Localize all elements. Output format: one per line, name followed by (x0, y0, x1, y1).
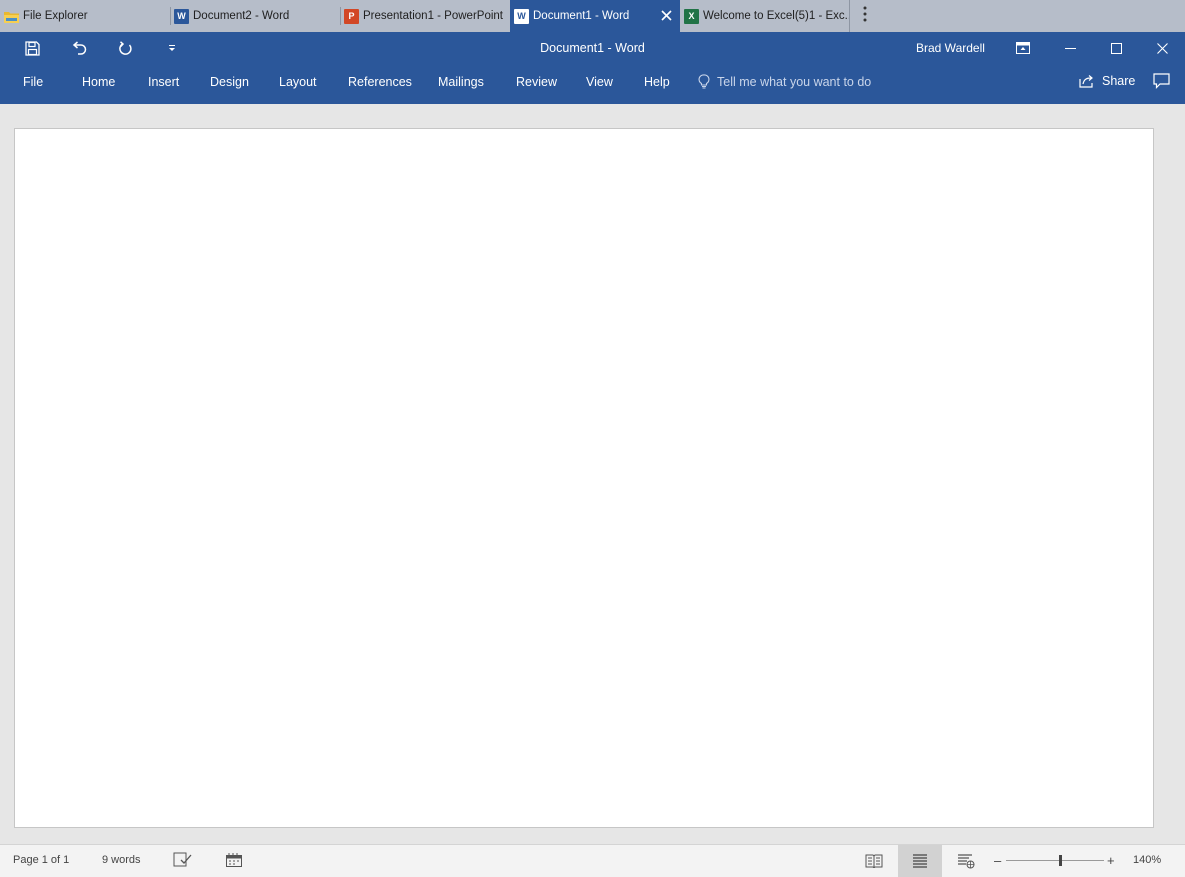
tab-help[interactable]: Help (644, 75, 670, 89)
tab-presentation1-powerpoint[interactable]: P Presentation1 - PowerPoint (340, 0, 510, 32)
folder-icon (4, 9, 19, 24)
word-count[interactable]: 9 words (102, 854, 141, 866)
zoom-out-button[interactable]: – (994, 853, 1001, 868)
zoom-slider-thumb[interactable] (1058, 855, 1062, 866)
tab-file-explorer[interactable]: File Explorer (0, 0, 170, 32)
tab-insert[interactable]: Insert (148, 75, 179, 89)
tab-label: Presentation1 - PowerPoint (363, 10, 503, 22)
tab-review[interactable]: Review (516, 75, 557, 89)
tab-label: File Explorer (23, 10, 88, 22)
tab-document2-word[interactable]: W Document2 - Word (170, 0, 340, 32)
tab-home[interactable]: Home (82, 75, 115, 89)
status-bar: Page 1 of 1 9 words – + 140% (0, 844, 1185, 877)
minimize-icon (1064, 47, 1076, 49)
tab-document1-word[interactable]: W Document1 - Word (510, 0, 680, 32)
tab-label: Welcome to Excel(5)1 - Exc... (703, 10, 850, 22)
maximize-icon (1110, 42, 1122, 54)
proofing-icon[interactable] (173, 852, 192, 870)
share-label: Share (1102, 74, 1136, 88)
ribbon-display-options-button[interactable] (1000, 32, 1046, 64)
powerpoint-icon: P (344, 8, 359, 24)
tab-label: Document1 - Word (533, 10, 630, 22)
word-icon: W (174, 8, 189, 24)
more-options-icon[interactable] (857, 6, 873, 26)
tell-me-placeholder: Tell me what you want to do (717, 74, 872, 89)
maximize-button[interactable] (1093, 32, 1139, 64)
ribbon-display-icon (1016, 42, 1030, 54)
minimize-button[interactable] (1047, 32, 1093, 64)
web-layout-button[interactable] (944, 845, 988, 877)
window-tab-strip: File Explorer W Document2 - Word P Prese… (0, 0, 1185, 32)
zoom-level[interactable]: 140% (1133, 854, 1161, 866)
tell-me-search[interactable]: Tell me what you want to do (698, 74, 871, 89)
tab-mailings[interactable]: Mailings (438, 75, 484, 89)
comment-icon (1153, 73, 1170, 89)
share-icon (1079, 75, 1093, 88)
signed-in-user[interactable]: Brad Wardell (916, 41, 985, 55)
tab-layout[interactable]: Layout (279, 75, 317, 89)
zoom-slider-track[interactable] (1006, 860, 1104, 861)
tab-design[interactable]: Design (210, 75, 249, 89)
print-layout-button[interactable] (898, 845, 942, 877)
tab-welcome-excel[interactable]: X Welcome to Excel(5)1 - Exc... (680, 0, 850, 32)
tab-label: Document2 - Word (193, 10, 290, 22)
comments-button[interactable] (1153, 73, 1170, 92)
book-icon (865, 854, 883, 868)
macro-recording-icon[interactable] (226, 852, 242, 870)
close-icon (1156, 42, 1168, 54)
zoom-in-button[interactable]: + (1107, 853, 1115, 868)
title-bar: Document1 - Word Brad Wardell (0, 32, 1185, 64)
tab-view[interactable]: View (586, 75, 613, 89)
document-page[interactable] (14, 128, 1154, 828)
read-mode-button[interactable] (852, 845, 896, 877)
close-tab-icon[interactable] (661, 8, 672, 25)
share-button[interactable]: Share (1079, 74, 1135, 88)
document-canvas (0, 104, 1185, 844)
print-layout-icon (913, 854, 927, 868)
ribbon-tab-bar: File Home Insert Design Layout Reference… (0, 64, 1185, 104)
tab-file[interactable]: File (23, 75, 43, 89)
web-layout-icon (958, 853, 975, 868)
excel-icon: X (684, 8, 699, 24)
tab-references[interactable]: References (348, 75, 412, 89)
close-window-button[interactable] (1139, 32, 1185, 64)
word-icon: W (514, 8, 529, 24)
lightbulb-icon (698, 74, 710, 89)
page-count[interactable]: Page 1 of 1 (13, 854, 69, 866)
